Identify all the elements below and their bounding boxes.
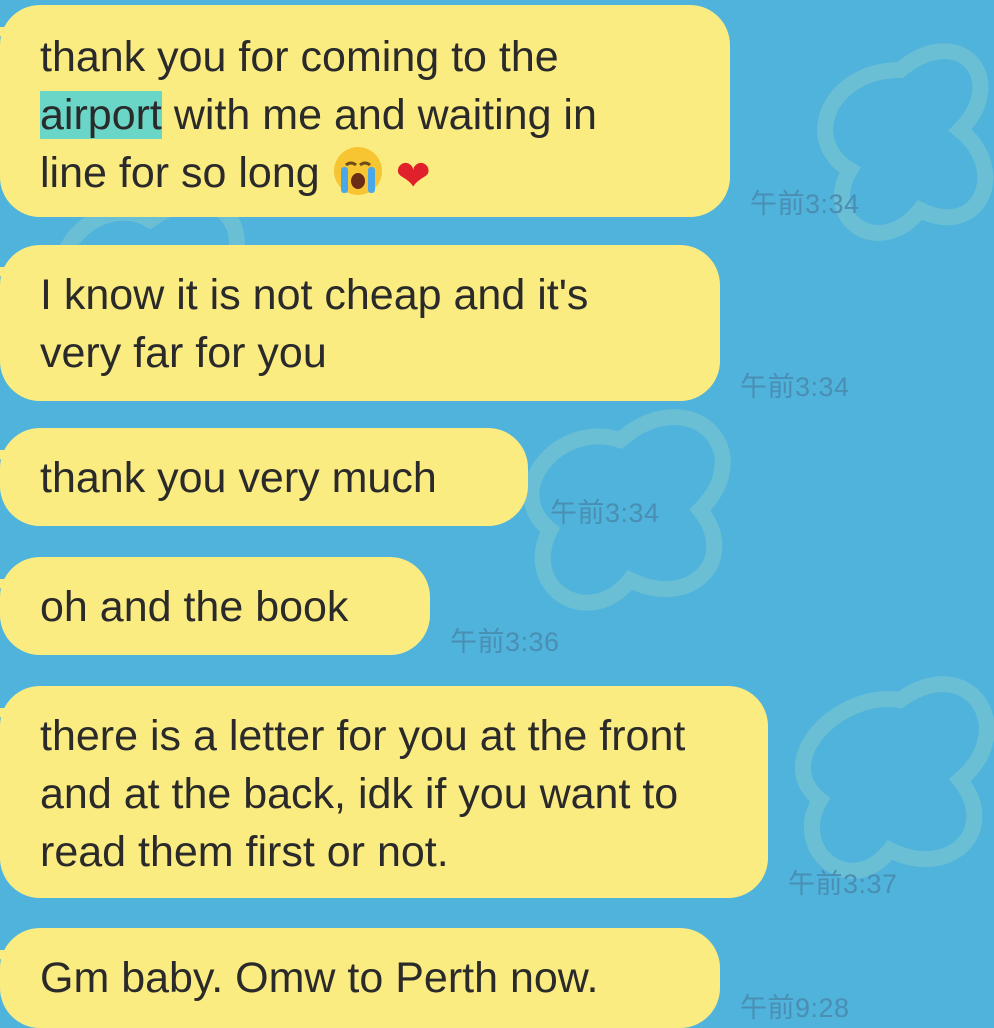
message-bubble[interactable]: I know it is not cheap and it's very far… (0, 245, 720, 401)
chat-message-list[interactable]: thank you for coming to the airport with… (0, 0, 994, 1028)
message-timestamp: 午前3:36 (450, 627, 560, 657)
message-text: thank you very much (40, 454, 437, 502)
message-timestamp: 午前3:34 (750, 189, 860, 219)
message-bubble[interactable]: Gm baby. Omw to Perth now. (0, 928, 720, 1028)
message-text: with me and waiting in (173, 91, 597, 139)
search-highlight: airport (40, 91, 162, 139)
red-heart-icon: ❤ (395, 152, 431, 199)
message-timestamp: 午前3:34 (740, 372, 850, 402)
message-text: I know it is not cheap and it's very far… (40, 271, 589, 377)
message-bubble[interactable]: thank you very much (0, 428, 528, 526)
message-timestamp: 午前3:34 (550, 498, 660, 528)
message-timestamp: 午前3:37 (788, 869, 898, 899)
message-bubble[interactable]: thank you for coming to the airport with… (0, 5, 730, 217)
message-text: Gm baby. Omw to Perth now. (40, 954, 599, 1002)
crying-face-icon (332, 145, 384, 197)
message-text: there is a letter for you at the front a… (40, 712, 686, 876)
message-text: oh and the book (40, 583, 349, 631)
message-timestamp: 午前9:28 (740, 993, 850, 1023)
message-text: line for so long (40, 149, 320, 197)
message-bubble[interactable]: there is a letter for you at the front a… (0, 686, 768, 898)
message-bubble[interactable]: oh and the book (0, 557, 430, 655)
message-text: thank you for coming to the (40, 33, 559, 81)
